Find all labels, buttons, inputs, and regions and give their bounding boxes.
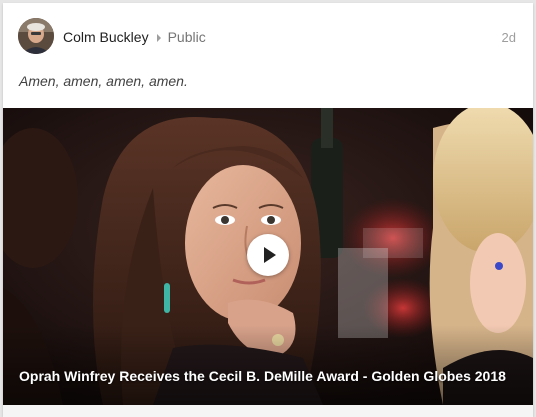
avatar-photo: [18, 18, 54, 54]
author-line: Colm Buckley Public: [63, 29, 206, 46]
title-shade: [3, 325, 533, 405]
video-title[interactable]: Oprah Winfrey Receives the Cecil B. DeMi…: [19, 368, 519, 384]
author-avatar[interactable]: [18, 18, 54, 54]
post-card: Colm Buckley Public 2d Amen, amen, amen,…: [3, 3, 533, 417]
post-text: Amen, amen, amen, amen.: [19, 73, 188, 89]
play-icon: [264, 247, 276, 263]
play-button[interactable]: [247, 234, 289, 276]
card-footer: [3, 405, 533, 417]
caret-right-icon: [156, 33, 161, 42]
author-name[interactable]: Colm Buckley: [63, 29, 149, 46]
visibility-label[interactable]: Public: [168, 29, 206, 46]
post-timestamp[interactable]: 2d: [502, 30, 516, 45]
video-embed[interactable]: Oprah Winfrey Receives the Cecil B. DeMi…: [3, 108, 533, 405]
post-header: Colm Buckley Public 2d: [3, 3, 533, 69]
